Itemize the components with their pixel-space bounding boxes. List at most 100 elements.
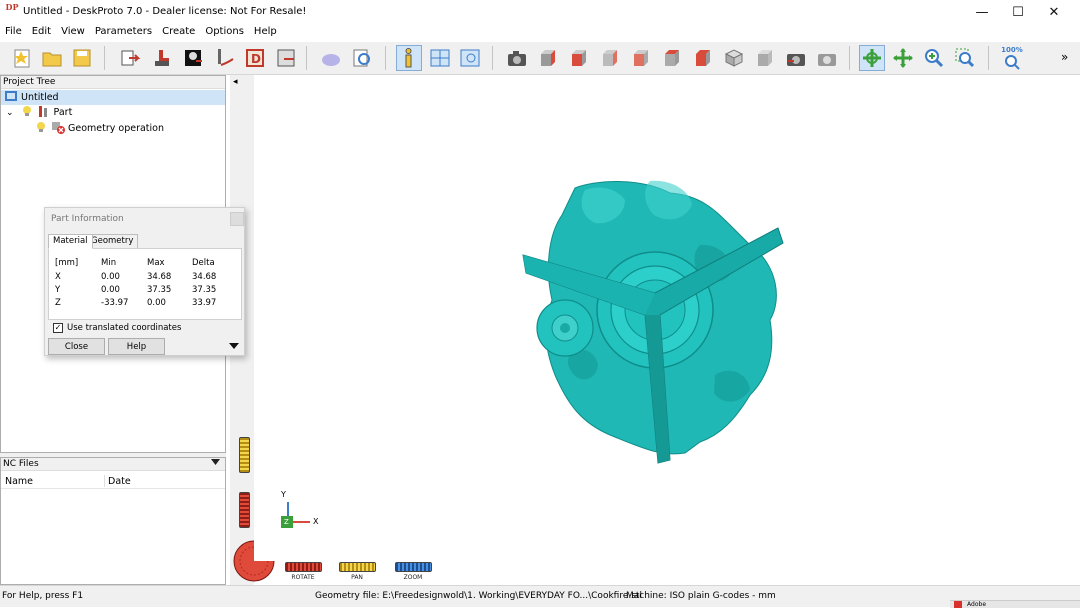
- dialog-expand-icon[interactable]: [229, 342, 239, 353]
- zoom-window-button[interactable]: [952, 45, 978, 71]
- part-information-dialog: Part Information Material Geometry [mm] …: [44, 207, 245, 356]
- menu-edit[interactable]: Edit: [27, 24, 56, 39]
- menu-view[interactable]: View: [56, 24, 90, 39]
- view-top-button[interactable]: [659, 45, 685, 71]
- menu-parameters[interactable]: Parameters: [90, 24, 157, 39]
- part-parameters-button[interactable]: [149, 45, 175, 71]
- status-help: For Help, press F1: [2, 591, 84, 601]
- model-canvas: [522, 180, 784, 464]
- zoom-label: ZOOM: [403, 574, 423, 581]
- tree-item-part[interactable]: ⌄ Part: [1, 105, 225, 120]
- close-window-button[interactable]: ✕: [1036, 0, 1072, 24]
- column-divider[interactable]: [104, 475, 105, 487]
- 3d-viewport[interactable]: [230, 75, 1080, 585]
- simulation-button[interactable]: [318, 45, 344, 71]
- tree-item-part-label: Part: [53, 107, 73, 118]
- axis-y-label: Y: [281, 490, 286, 499]
- pan-view-button[interactable]: [890, 45, 916, 71]
- rotate-dial[interactable]: [233, 540, 275, 582]
- close-button[interactable]: Close: [48, 338, 105, 355]
- header-delta: Delta: [192, 258, 215, 268]
- tree-item-geometry-operation[interactable]: Geometry operation: [1, 121, 225, 136]
- lightbulb-icon[interactable]: [22, 105, 32, 120]
- reset-camera-button[interactable]: [814, 45, 840, 71]
- row-x-delta: 34.68: [192, 272, 217, 282]
- view-iso-button[interactable]: [721, 45, 747, 71]
- rotate-wheel[interactable]: [285, 562, 322, 572]
- axis-x-label: X: [313, 517, 319, 526]
- view-iso2-button[interactable]: [752, 45, 778, 71]
- save-button[interactable]: [69, 45, 95, 71]
- rotate-camera-button[interactable]: [783, 45, 809, 71]
- help-button[interactable]: Help: [108, 338, 165, 355]
- menu-options[interactable]: Options: [200, 24, 249, 39]
- cookfire-model[interactable]: [522, 180, 784, 464]
- menu-help[interactable]: Help: [249, 24, 282, 39]
- toolbar: D 100% »: [0, 42, 1080, 75]
- status-bar: For Help, press F1 Geometry file: E:\Fre…: [0, 585, 1080, 608]
- new-project-button[interactable]: [9, 45, 35, 71]
- row-x-axis: X: [55, 272, 61, 282]
- pan-wheel-vertical[interactable]: [239, 437, 250, 473]
- zoom-100-label: 100%: [1001, 46, 1023, 54]
- app-logo-icon: DP: [5, 2, 19, 12]
- translated-coords-checkbox[interactable]: ✓: [53, 323, 63, 333]
- column-name-header[interactable]: Name: [5, 476, 33, 487]
- translated-coords-label: Use translated coordinates: [67, 323, 182, 333]
- project-icon: [5, 90, 17, 105]
- translated-coords-option[interactable]: ✓ Use translated coordinates: [53, 323, 181, 333]
- toolpath-button[interactable]: [211, 45, 237, 71]
- menu-file[interactable]: File: [0, 24, 27, 39]
- tab-material[interactable]: Material: [48, 234, 93, 249]
- menu-create[interactable]: Create: [157, 24, 200, 39]
- tree-item-untitled[interactable]: Untitled: [1, 90, 225, 105]
- preview-button[interactable]: [349, 45, 375, 71]
- view-left-button[interactable]: [597, 45, 623, 71]
- window-layout-button[interactable]: [427, 45, 453, 71]
- dialog-close-box[interactable]: [230, 212, 244, 226]
- drawing-button[interactable]: D: [242, 45, 268, 71]
- view-front-button[interactable]: [535, 45, 561, 71]
- write-nc-button[interactable]: [273, 45, 299, 71]
- menu-bar: File Edit View Parameters Create Options Help: [0, 24, 1080, 42]
- bitmap-button[interactable]: [180, 45, 206, 71]
- svg-text:D: D: [251, 52, 261, 66]
- view-back-button[interactable]: [566, 45, 592, 71]
- import-geometry-button[interactable]: [117, 45, 143, 71]
- tree-item-operation-label: Geometry operation: [68, 123, 165, 134]
- nc-files-dropdown-icon[interactable]: [211, 459, 220, 469]
- properties-button[interactable]: [457, 45, 483, 71]
- camera-button[interactable]: [504, 45, 530, 71]
- row-y-delta: 37.35: [192, 285, 217, 295]
- zoom-100-button[interactable]: 100%: [999, 45, 1025, 71]
- rotate-view-button[interactable]: [859, 45, 885, 71]
- window-title: Untitled - DeskProto 7.0 - Dealer licens…: [23, 6, 307, 17]
- rotate-wheel-vertical[interactable]: [239, 492, 250, 528]
- rotate-label: ROTATE: [291, 574, 315, 581]
- nc-files-header: NC Files: [1, 458, 225, 471]
- toolbar-overflow-icon[interactable]: »: [1061, 50, 1068, 64]
- open-folder-button[interactable]: [39, 45, 65, 71]
- row-z-min: -33.97: [101, 298, 129, 308]
- lightbulb-icon[interactable]: [36, 121, 46, 136]
- title-bar: DP Untitled - DeskProto 7.0 - Dealer lic…: [0, 0, 1080, 24]
- collapse-panel-icon[interactable]: ◂: [233, 77, 238, 87]
- tab-geometry[interactable]: Geometry: [86, 234, 139, 249]
- header-min: Min: [101, 258, 117, 268]
- info-button[interactable]: [396, 45, 422, 71]
- nc-files-title: NC Files: [3, 459, 39, 469]
- view-right-button[interactable]: [628, 45, 654, 71]
- dimensions-table: [mm] Min Max Delta X 0.00 34.68 34.68 Y …: [48, 248, 242, 320]
- minimize-button[interactable]: —: [964, 0, 1000, 24]
- status-machine: Machine: ISO plain G-codes - mm: [626, 591, 776, 601]
- maximize-button[interactable]: ☐: [1000, 0, 1036, 24]
- pan-wheel[interactable]: [339, 562, 376, 572]
- zoom-in-button[interactable]: [921, 45, 947, 71]
- view-bottom-button[interactable]: [690, 45, 716, 71]
- zoom-wheel[interactable]: [395, 562, 432, 572]
- column-date-header[interactable]: Date: [108, 476, 131, 487]
- project-tree-header: Project Tree: [1, 76, 225, 89]
- row-x-min: 0.00: [101, 272, 120, 282]
- row-z-max: 0.00: [147, 298, 166, 308]
- chevron-down-icon[interactable]: ⌄: [6, 108, 14, 118]
